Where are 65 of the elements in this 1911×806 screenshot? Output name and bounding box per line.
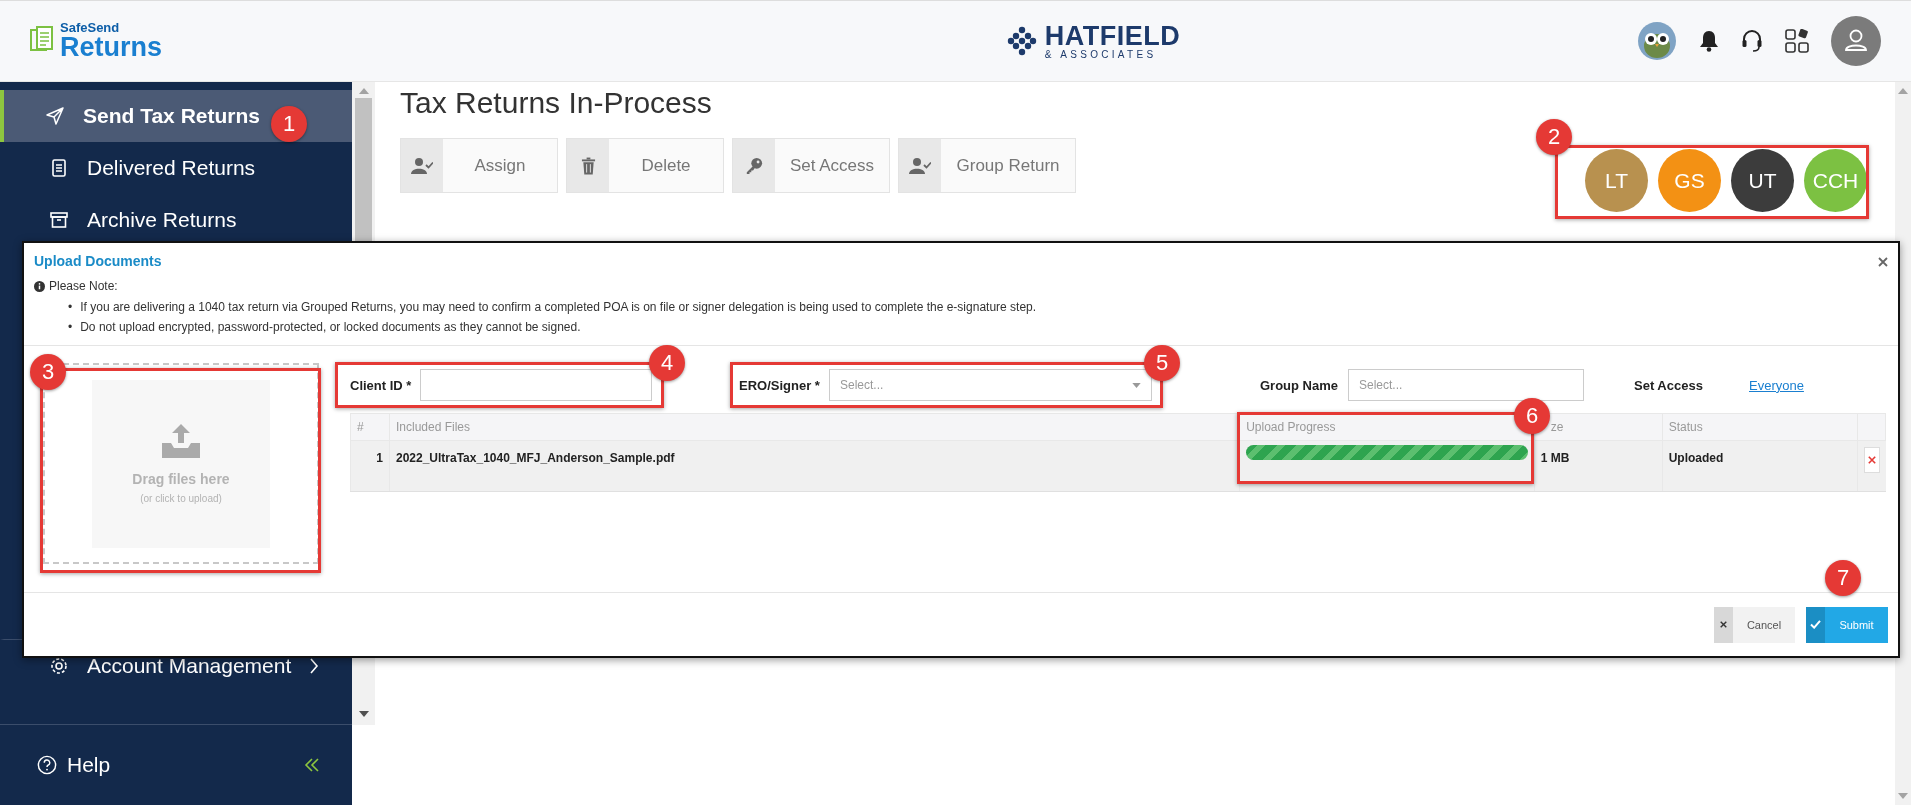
field-label: ERO/Signer *	[739, 377, 821, 393]
bell-icon[interactable]	[1699, 30, 1719, 52]
trash-icon	[580, 156, 596, 175]
toolbar-button[interactable]: Delete	[566, 138, 724, 193]
archive-icon	[49, 210, 69, 230]
info-icon	[34, 280, 45, 292]
sidebar-item[interactable]: Archive Returns	[0, 194, 352, 246]
set-access-link[interactable]: Everyone	[1749, 377, 1804, 393]
integration-avatar[interactable]: UT	[1731, 149, 1794, 212]
field-label: Client ID *	[350, 377, 413, 393]
page-title: Tax Returns In-Process	[400, 86, 713, 120]
check-icon	[1810, 620, 1821, 629]
owl-avatar-icon[interactable]	[1637, 21, 1677, 61]
toolbar-button[interactable]: Set Access	[732, 138, 890, 193]
headset-icon[interactable]	[1741, 29, 1763, 53]
bullet: •	[68, 319, 73, 336]
bullet: •	[68, 299, 73, 316]
column-header: Included Files	[389, 413, 1240, 441]
field-label: Group Name	[1260, 377, 1339, 393]
column-header: Status	[1662, 413, 1857, 441]
remove-button[interactable]	[1863, 447, 1880, 473]
submit-button[interactable]: Submit	[1806, 606, 1888, 643]
table-cell: 1	[350, 440, 390, 492]
document-icon	[49, 158, 69, 178]
integration-avatar[interactable]: LT	[1585, 149, 1648, 212]
integration-avatar[interactable]: CCH	[1804, 149, 1867, 212]
firm-subtitle: & ASSOCIATES	[1044, 49, 1158, 60]
help-icon	[37, 755, 57, 775]
user-check-icon	[411, 156, 433, 175]
key-icon	[745, 156, 763, 175]
firm-name: HATFIELD	[1044, 22, 1181, 50]
drop-hint: (or click to upload)	[140, 493, 222, 504]
close-icon	[1867, 456, 1876, 464]
ero-signer-select[interactable]: Select...	[829, 369, 1152, 401]
note-heading: Please Note:	[49, 279, 118, 293]
table-cell: Uploaded	[1662, 440, 1857, 492]
collapse-icon[interactable]	[304, 757, 320, 773]
sidebar-item[interactable]: Delivered Returns	[0, 142, 352, 194]
table-cell: 2022_UltraTax_1040_MFJ_Anderson_Sample.pdf	[389, 440, 1240, 492]
scroll-down-icon[interactable]	[358, 711, 369, 717]
field-label: Set Access	[1634, 377, 1704, 393]
column-header: #	[350, 413, 390, 441]
note-text: If you are delivering a 1040 tax return via Grouped Returns, you may need to confirm a completed POA is on file or signer delegation is being used to complete the e-signature step.	[80, 299, 1037, 316]
integration-avatar[interactable]: GS	[1658, 149, 1721, 212]
step-badge: 2	[1536, 119, 1572, 155]
logo-text: Returns	[60, 34, 162, 61]
send-icon	[45, 106, 65, 126]
upload-icon	[161, 423, 201, 459]
logo-text: SafeSend	[60, 21, 121, 34]
dots-logo-icon	[1006, 26, 1037, 56]
note-text: Do not upload encrypted, password-protected, or locked documents as they cannot be signed.	[80, 319, 581, 336]
table-cell: 1 MB	[1534, 440, 1663, 492]
dialog-title: Upload Documents	[34, 253, 163, 269]
toolbar-button[interactable]: Assign	[400, 138, 558, 193]
help-link[interactable]: Help	[67, 753, 294, 777]
close-icon	[1720, 621, 1727, 628]
group-name-field[interactable]: Select...	[1348, 369, 1584, 401]
caret-icon	[1132, 382, 1141, 388]
user-avatar-icon[interactable]	[1831, 16, 1881, 66]
toolbar-button[interactable]: Group Return	[898, 138, 1076, 193]
apps-icon[interactable]	[1785, 29, 1809, 53]
cancel-button[interactable]: Cancel	[1714, 606, 1795, 643]
drop-title: Drag files here	[132, 471, 230, 487]
client-id-field[interactable]	[420, 369, 652, 401]
user-check-icon	[909, 156, 931, 175]
